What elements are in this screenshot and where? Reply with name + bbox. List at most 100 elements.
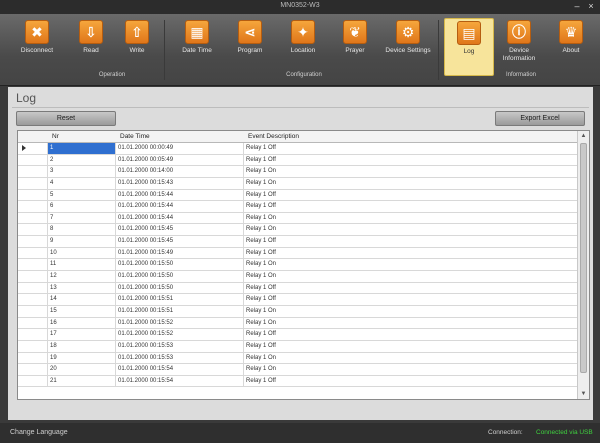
table-row[interactable]: 9 01.01.2000 00:15:45 Relay 1 Off (18, 236, 578, 248)
cell-event-description[interactable]: Relay 1 Off (244, 294, 578, 305)
table-row[interactable]: 20 01.01.2000 00:15:54 Relay 1 On (18, 364, 578, 376)
log-table[interactable]: Nr Date Time Event Description 1 01.01.20… (17, 130, 590, 400)
cell-nr[interactable]: 7 (48, 212, 116, 224)
row-selector[interactable] (18, 305, 48, 317)
table-row[interactable]: 12 01.01.2000 00:15:50 Relay 1 On (18, 271, 578, 283)
scroll-thumb[interactable] (580, 143, 587, 373)
row-selector[interactable] (18, 177, 48, 189)
prayer-button[interactable]: ❦ Prayer (330, 20, 380, 76)
table-row[interactable]: 17 01.01.2000 00:15:52 Relay 1 Off (18, 329, 578, 341)
cell-nr[interactable]: 11 (48, 259, 116, 271)
change-language-link[interactable]: Change Language (10, 429, 68, 436)
table-row[interactable]: 8 01.01.2000 00:15:45 Relay 1 On (18, 224, 578, 237)
row-selector[interactable] (18, 340, 48, 352)
table-row[interactable]: 6 01.01.2000 00:15:44 Relay 1 Off (18, 201, 578, 213)
cell-date-time[interactable]: 01.01.2000 00:15:45 (116, 224, 244, 236)
cell-event-description[interactable]: Relay 1 Off (244, 143, 578, 154)
cell-nr[interactable]: 9 (48, 236, 116, 247)
row-selector[interactable] (18, 375, 48, 387)
row-selector[interactable] (18, 352, 48, 364)
cell-nr[interactable]: 14 (48, 294, 116, 305)
program-button[interactable]: ⋖ Program (225, 20, 275, 76)
cell-date-time[interactable]: 01.01.2000 00:15:51 (116, 305, 244, 317)
cell-date-time[interactable]: 01.01.2000 00:15:44 (116, 189, 244, 201)
close-button[interactable]: × (586, 1, 596, 12)
cell-event-description[interactable]: Relay 1 On (244, 166, 578, 177)
table-row[interactable]: 10 01.01.2000 00:15:49 Relay 1 Off (18, 247, 578, 260)
row-selector[interactable] (18, 317, 48, 329)
row-selector[interactable] (18, 259, 48, 271)
cell-event-description[interactable]: Relay 1 On (244, 353, 578, 364)
table-row[interactable]: 13 01.01.2000 00:15:50 Relay 1 Off (18, 282, 578, 295)
cell-nr[interactable]: 18 (48, 340, 116, 352)
cell-nr[interactable]: 20 (48, 364, 116, 375)
table-row[interactable]: 3 01.01.2000 00:14:00 Relay 1 On (18, 166, 578, 178)
write-button[interactable]: ⇧ Write (112, 20, 162, 76)
row-selector[interactable] (18, 189, 48, 201)
cell-date-time[interactable]: 01.01.2000 00:15:51 (116, 294, 244, 305)
cell-date-time[interactable]: 01.01.2000 00:15:54 (116, 364, 244, 375)
cell-event-description[interactable]: Relay 1 On (244, 364, 578, 375)
cell-nr[interactable]: 12 (48, 271, 116, 282)
date-time-button[interactable]: ▦ Date Time (172, 20, 222, 76)
cell-event-description[interactable]: Relay 1 Off (244, 341, 578, 352)
cell-date-time[interactable]: 01.01.2000 00:14:00 (116, 166, 244, 177)
cell-event-description[interactable]: Relay 1 Off (244, 236, 578, 247)
cell-event-description[interactable]: Relay 1 Off (244, 155, 578, 166)
table-row[interactable]: 21 01.01.2000 00:15:54 Relay 1 Off (18, 375, 578, 388)
row-selector[interactable] (18, 282, 48, 294)
cell-event-description[interactable]: Relay 1 Off (244, 190, 578, 201)
device-settings-button[interactable]: ⚙ Device Settings (383, 20, 433, 76)
cell-date-time[interactable]: 01.01.2000 00:00:49 (116, 143, 244, 154)
vertical-scrollbar[interactable]: ▲ ▼ (577, 131, 589, 399)
scroll-up-arrow-icon[interactable]: ▲ (578, 131, 589, 141)
cell-date-time[interactable]: 01.01.2000 00:15:49 (116, 247, 244, 259)
cell-date-time[interactable]: 01.01.2000 00:15:54 (116, 375, 244, 387)
column-header-date-time[interactable]: Date Time (120, 133, 150, 140)
location-button[interactable]: ✦ Location (278, 20, 328, 76)
row-selector[interactable] (18, 247, 48, 259)
row-selector[interactable] (18, 329, 48, 340)
cell-date-time[interactable]: 01.01.2000 00:15:43 (116, 177, 244, 189)
cell-event-description[interactable]: Relay 1 On (244, 259, 578, 270)
table-row[interactable]: 4 01.01.2000 00:15:43 Relay 1 On (18, 177, 578, 190)
cell-event-description[interactable]: Relay 1 On (244, 318, 578, 329)
table-row[interactable]: 19 01.01.2000 00:15:53 Relay 1 On (18, 352, 578, 365)
cell-date-time[interactable]: 01.01.2000 00:15:50 (116, 282, 244, 294)
cell-event-description[interactable]: Relay 1 Off (244, 201, 578, 212)
cell-event-description[interactable]: Relay 1 On (244, 306, 578, 317)
device-information-button[interactable]: ⓘ Device Information (494, 20, 544, 76)
scroll-down-arrow-icon[interactable]: ▼ (578, 389, 589, 399)
cell-nr[interactable]: 5 (48, 189, 116, 201)
cell-date-time[interactable]: 01.01.2000 00:15:50 (116, 271, 244, 282)
cell-date-time[interactable]: 01.01.2000 00:15:50 (116, 259, 244, 271)
minimize-button[interactable]: – (572, 1, 582, 12)
row-selector[interactable] (18, 236, 48, 247)
cell-nr[interactable]: 1 (48, 143, 116, 154)
table-row[interactable]: 18 01.01.2000 00:15:53 Relay 1 Off (18, 340, 578, 353)
cell-event-description[interactable]: Relay 1 On (244, 213, 578, 224)
cell-nr[interactable]: 4 (48, 177, 116, 189)
cell-nr[interactable]: 13 (48, 282, 116, 294)
row-selector[interactable] (18, 201, 48, 212)
row-selector[interactable] (18, 166, 48, 177)
cell-nr[interactable]: 17 (48, 329, 116, 340)
cell-date-time[interactable]: 01.01.2000 00:15:53 (116, 352, 244, 364)
cell-event-description[interactable]: Relay 1 Off (244, 283, 578, 294)
cell-nr[interactable]: 16 (48, 317, 116, 329)
cell-nr[interactable]: 21 (48, 375, 116, 387)
cell-date-time[interactable]: 01.01.2000 00:15:44 (116, 212, 244, 224)
cell-nr[interactable]: 8 (48, 224, 116, 236)
cell-nr[interactable]: 3 (48, 166, 116, 177)
table-row[interactable]: 2 01.01.2000 00:05:49 Relay 1 Off (18, 154, 578, 167)
row-selector[interactable] (18, 364, 48, 375)
row-selector[interactable] (18, 154, 48, 166)
cell-date-time[interactable]: 01.01.2000 00:15:52 (116, 317, 244, 329)
cell-date-time[interactable]: 01.01.2000 00:15:45 (116, 236, 244, 247)
table-row[interactable]: 14 01.01.2000 00:15:51 Relay 1 Off (18, 294, 578, 306)
cell-event-description[interactable]: Relay 1 Off (244, 329, 578, 340)
row-selector[interactable] (18, 212, 48, 224)
row-selector[interactable] (18, 271, 48, 282)
disconnect-button[interactable]: ✖ Disconnect (12, 20, 62, 76)
table-row[interactable]: 15 01.01.2000 00:15:51 Relay 1 On (18, 305, 578, 318)
